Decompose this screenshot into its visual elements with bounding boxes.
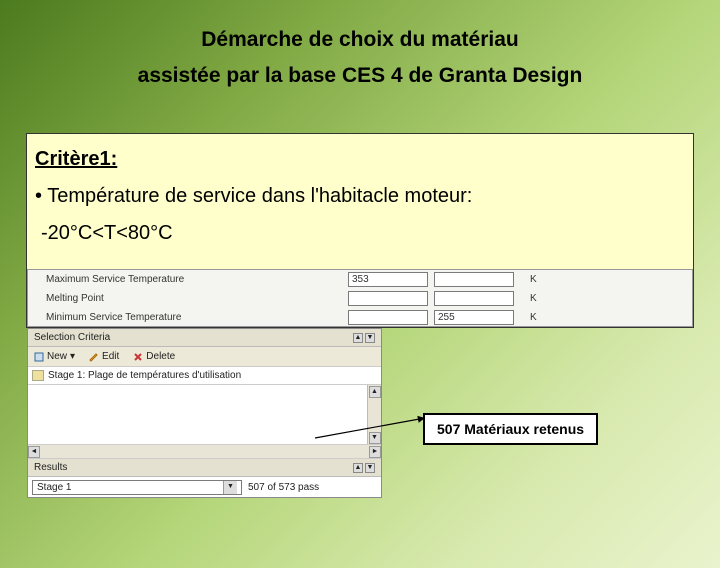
min-input[interactable] (348, 291, 428, 306)
panel-toolbar: New ▾ Edit Delete (28, 347, 381, 367)
vertical-scrollbar[interactable]: ▲ ▼ (367, 385, 381, 444)
callout-box: 507 Matériaux retenus (423, 413, 598, 445)
property-label: Maximum Service Temperature (28, 274, 348, 285)
chevron-down-icon: ▼ (223, 481, 237, 494)
slide-title-1: Démarche de choix du matériau (0, 28, 720, 52)
max-input[interactable] (434, 272, 514, 287)
property-limits-panel: Maximum Service Temperature 353 K Meltin… (27, 269, 693, 327)
criteria-description: • Température de service dans l'habitacl… (35, 185, 693, 208)
min-input[interactable]: 353 (348, 272, 428, 287)
property-row: Melting Point K (28, 289, 692, 308)
collapse-up-icon[interactable]: ▲ (353, 333, 363, 343)
results-header: Results ▲ ▼ (28, 459, 381, 477)
property-label: Minimum Service Temperature (28, 312, 348, 323)
unit-label: K (520, 293, 540, 304)
panel-header: Selection Criteria ▲ ▼ (28, 329, 381, 347)
results-row: Stage 1 ▼ 507 of 573 pass (28, 477, 381, 497)
criteria-range: -20°C<T<80°C (41, 222, 693, 245)
stage-list-area: ▲ ▼ (28, 385, 381, 445)
panel-title: Selection Criteria (34, 332, 351, 343)
max-input[interactable] (434, 291, 514, 306)
results-count: 507 of 573 pass (248, 482, 319, 493)
new-icon (34, 352, 44, 362)
edit-button[interactable]: Edit (89, 351, 119, 362)
scroll-right-icon[interactable]: ► (369, 446, 381, 458)
edit-icon (89, 352, 99, 362)
dropdown-value: Stage 1 (37, 482, 71, 493)
scroll-up-icon[interactable]: ▲ (369, 386, 381, 398)
criteria-heading: Critère1: (35, 148, 693, 171)
selection-criteria-panel: Selection Criteria ▲ ▼ New ▾ Edit Delete… (27, 328, 382, 498)
property-label: Melting Point (28, 293, 348, 304)
results-stage-dropdown[interactable]: Stage 1 ▼ (32, 480, 242, 495)
results-title: Results (34, 462, 351, 473)
collapse-up-icon[interactable]: ▲ (353, 463, 363, 473)
scroll-left-icon[interactable]: ◄ (28, 446, 40, 458)
collapse-down-icon[interactable]: ▼ (365, 333, 375, 343)
stage-icon (32, 370, 44, 381)
stage-row[interactable]: Stage 1: Plage de températures d'utilisa… (28, 367, 381, 385)
unit-label: K (520, 312, 540, 323)
property-row: Maximum Service Temperature 353 K (28, 270, 692, 289)
collapse-down-icon[interactable]: ▼ (365, 463, 375, 473)
new-button[interactable]: New ▾ (34, 351, 75, 362)
horizontal-scrollbar[interactable]: ◄ ► (28, 445, 381, 459)
max-input[interactable]: 255 (434, 310, 514, 325)
unit-label: K (520, 274, 540, 285)
stage-label: Stage 1: Plage de températures d'utilisa… (48, 370, 241, 381)
delete-button[interactable]: Delete (133, 351, 175, 362)
delete-icon (133, 352, 143, 362)
slide-title-2: assistée par la base CES 4 de Granta Des… (0, 64, 720, 88)
min-input[interactable] (348, 310, 428, 325)
scroll-down-icon[interactable]: ▼ (369, 432, 381, 444)
property-row: Minimum Service Temperature 255 K (28, 308, 692, 327)
